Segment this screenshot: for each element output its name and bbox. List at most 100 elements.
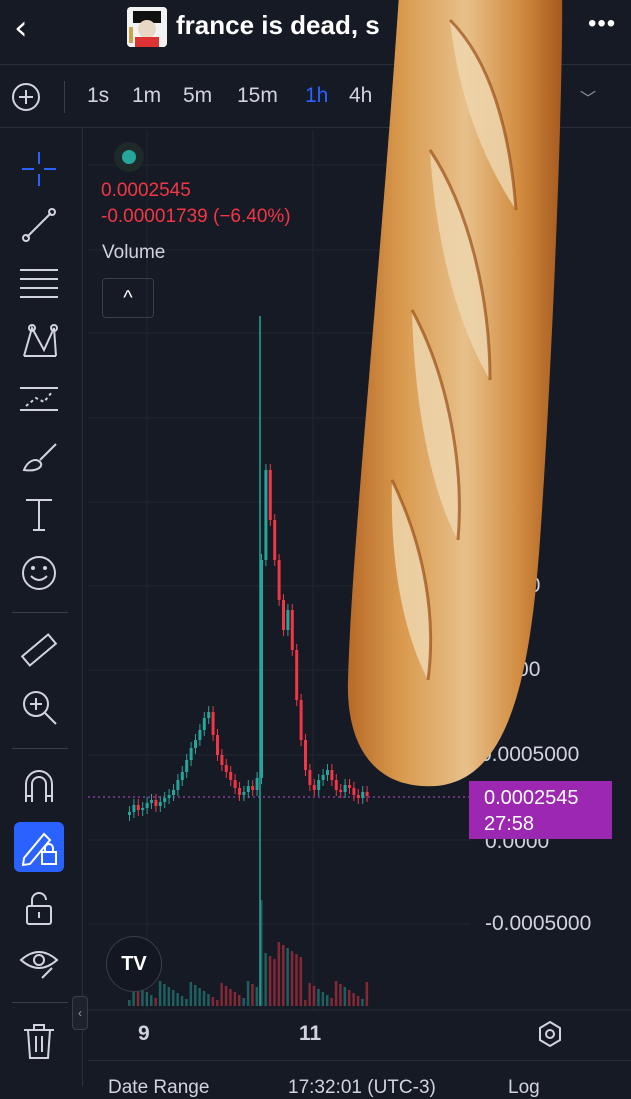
candle: [145, 803, 149, 808]
candle: [229, 772, 233, 780]
text-icon[interactable]: [18, 494, 60, 536]
candle: [202, 718, 206, 730]
volume-bar: [189, 982, 193, 1006]
timeframe-1s[interactable]: 1s: [87, 84, 109, 108]
candle: [185, 760, 189, 772]
candle: [317, 780, 321, 790]
volume-bar: [299, 957, 303, 1006]
volume-bar: [154, 998, 157, 1006]
volume-bar: [273, 959, 276, 1006]
volume-bar: [365, 982, 369, 1006]
candle: [220, 755, 224, 765]
crosshair-icon[interactable]: [18, 148, 60, 190]
volume-bar: [304, 1000, 307, 1006]
candle: [132, 805, 136, 812]
volume-bar: [264, 953, 267, 1006]
pattern-icon[interactable]: [18, 320, 60, 362]
clock-timezone[interactable]: 17:32:01 (UTC-3): [288, 1077, 436, 1099]
zoom-in-icon[interactable]: [18, 686, 60, 728]
volume-bar: [128, 1000, 131, 1006]
volume-bar: [172, 990, 175, 1006]
volume-bar: [295, 954, 298, 1006]
volume-bar: [282, 945, 285, 1006]
volume-bar: [312, 986, 316, 1006]
legend-change: -0.00001739 (−6.40%): [101, 206, 291, 227]
candle: [224, 765, 228, 772]
candle: [255, 778, 259, 790]
avatar[interactable]: [127, 7, 167, 47]
fib-retracement-icon[interactable]: [18, 262, 60, 304]
log-scale-toggle[interactable]: Log: [508, 1077, 540, 1099]
volume-bar: [229, 989, 232, 1006]
timeframe-5m[interactable]: 5m: [183, 84, 212, 108]
volume-bar: [158, 981, 162, 1006]
volume-bar: [361, 999, 364, 1006]
candle: [321, 775, 325, 780]
trash-icon[interactable]: [18, 1020, 60, 1062]
candle: [290, 610, 294, 650]
unlock-icon[interactable]: [18, 888, 60, 930]
collapse-legend-button[interactable]: ^: [102, 278, 154, 318]
divider: [12, 612, 68, 613]
timeframe-15m[interactable]: 15m: [237, 84, 278, 108]
ruler-icon[interactable]: [18, 630, 60, 672]
y-tick-label: -0.0005000: [485, 912, 592, 935]
candle: [308, 770, 312, 785]
volume-bar: [216, 1000, 219, 1006]
projection-icon[interactable]: [18, 378, 60, 420]
gear-icon[interactable]: [536, 1020, 564, 1048]
candle: [334, 780, 338, 790]
volume-bar: [260, 900, 263, 1006]
more-options-button[interactable]: •••: [588, 10, 616, 38]
lock-drawing-icon[interactable]: [14, 822, 64, 872]
tradingview-logo[interactable]: TV: [106, 936, 162, 992]
back-button[interactable]: ‹: [14, 8, 50, 48]
volume-bars: [128, 900, 369, 1006]
candle: [150, 800, 153, 803]
volume-bar: [334, 981, 338, 1006]
magnet-icon[interactable]: [18, 766, 60, 808]
timeframe-1m[interactable]: 1m: [132, 84, 161, 108]
volume-bar: [290, 951, 294, 1006]
volume-bar: [255, 987, 259, 1006]
avatar-image: [127, 7, 167, 47]
volume-bar: [163, 984, 166, 1006]
candle: [198, 730, 202, 740]
candle: [268, 470, 272, 520]
volume-bar: [220, 983, 223, 1006]
volume-bar: [202, 991, 206, 1006]
candle: [304, 740, 307, 770]
volume-bar: [277, 942, 281, 1006]
volume-bar: [251, 984, 254, 1006]
divider: [12, 1002, 68, 1003]
candle: [282, 600, 285, 630]
legend-price: 0.0002545: [101, 180, 191, 201]
timeframe-1h[interactable]: 1h: [305, 84, 328, 108]
brush-icon[interactable]: [18, 436, 60, 478]
candle: [194, 740, 197, 748]
baguette-image: [347, 0, 563, 787]
volume-bar: [207, 994, 210, 1006]
trend-line-icon[interactable]: [18, 204, 60, 246]
x-tick-label: 11: [299, 1022, 322, 1045]
date-range-button[interactable]: Date Range: [108, 1077, 209, 1099]
candle: [277, 560, 281, 600]
candle: [163, 798, 167, 802]
volume-bar: [233, 992, 237, 1006]
add-indicator-icon[interactable]: [11, 82, 41, 112]
collapse-toolbar-button[interactable]: ‹: [72, 996, 88, 1030]
volume-bar: [145, 992, 149, 1006]
eye-icon[interactable]: [18, 942, 60, 984]
volume-bar: [286, 948, 289, 1006]
emoji-icon[interactable]: [18, 552, 60, 594]
candle: [180, 772, 184, 780]
divider: [64, 81, 65, 113]
volume-bar: [348, 990, 351, 1006]
volume-bar: [211, 997, 215, 1006]
candle: [176, 780, 180, 790]
candle: [216, 735, 219, 755]
candle: [233, 780, 237, 788]
chevron-down-icon[interactable]: ﹀: [580, 85, 596, 109]
volume-bar: [356, 996, 360, 1006]
bar-countdown: 27:58: [484, 813, 535, 835]
